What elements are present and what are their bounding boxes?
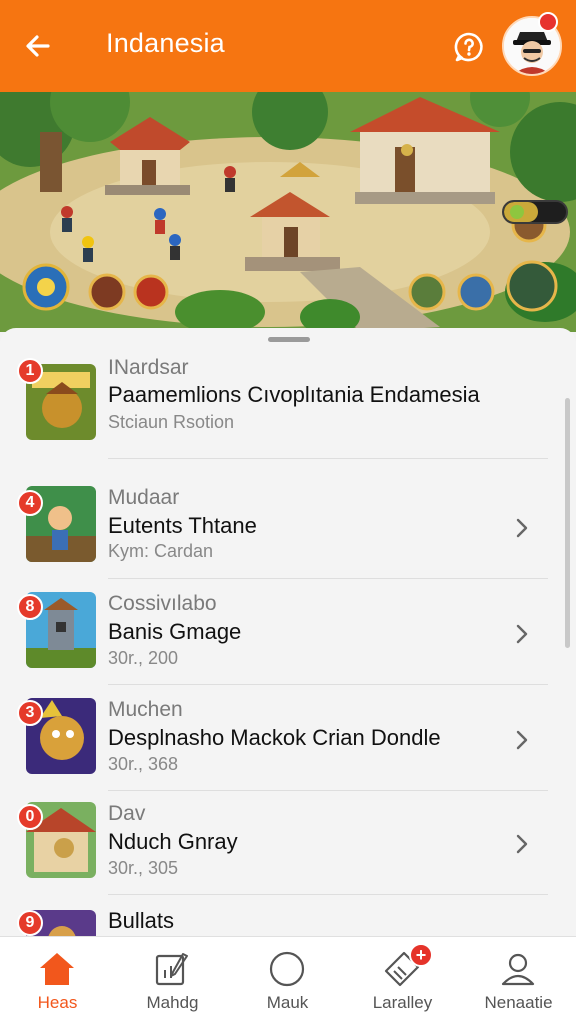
list-item-title: Nduch Gnray <box>108 829 238 854</box>
person-icon <box>498 949 538 989</box>
divider <box>108 458 548 459</box>
list-item-category: Cossivılabo <box>108 592 217 615</box>
bottom-navigation: Heas Mahdg Mauk + Laralley Nenaatie <box>0 936 576 1024</box>
list-item-meta: 30r., 305 <box>108 858 179 878</box>
list-item-title: Banis Gmage <box>108 619 242 644</box>
rank-badge: 1 <box>17 358 43 384</box>
note-edit-icon <box>152 949 192 989</box>
list-item-meta: Kym: Cardan <box>108 541 214 561</box>
list-item[interactable]: 9 Bullats <box>0 900 576 936</box>
list-item-meta: 30r., 368 <box>108 754 179 774</box>
nav-item-profile[interactable]: Nenaatie <box>461 937 576 1024</box>
list-item[interactable]: 3 Muchen Desplnasho Mackok Crian Dondle … <box>0 690 576 794</box>
nav-label: Mauk <box>266 993 309 1012</box>
resource-progress <box>502 200 568 224</box>
list-item-category: Muchen <box>108 698 183 721</box>
rank-badge: 4 <box>17 490 43 516</box>
nav-item-mahdg[interactable]: Mahdg <box>115 937 230 1024</box>
list-item[interactable]: 0 Dav Nduch Gnray 30r., 305 <box>0 794 576 898</box>
list-item-title: Desplnasho Mackok Crian Dondle <box>108 725 441 750</box>
list-item-title: Bullats <box>108 908 175 933</box>
rank-badge: 0 <box>17 804 43 830</box>
nav-item-home[interactable]: Heas <box>0 937 115 1024</box>
home-icon <box>37 949 77 989</box>
list-item-title: Eutents Thtane <box>108 513 257 538</box>
notification-badge <box>538 12 558 32</box>
nav-badge: + <box>409 943 433 967</box>
resource-icon <box>510 205 524 219</box>
game-list-sheet: 1 INardsar Paamemlions Cıvoplıtania Enda… <box>0 328 576 936</box>
chevron-right-icon <box>516 624 528 644</box>
list-item[interactable]: 8 Cossivılabo Banis Gmage 30r., 200 <box>0 584 576 688</box>
help-button[interactable] <box>448 26 490 68</box>
list-item-meta: Stciaun Rsotion <box>108 412 235 432</box>
list-item[interactable]: 4 Mudaar Eutents Thtane Kym: Cardan <box>0 478 576 582</box>
list-item-category: Mudaar <box>108 486 180 509</box>
arrow-left-icon <box>26 35 50 57</box>
chevron-right-icon <box>516 518 528 538</box>
nav-label: Nenaatie <box>484 993 553 1012</box>
list-item-title: Paamemlions Cıvoplıtania Endamesia <box>108 382 480 407</box>
game-map-illustration <box>0 92 576 332</box>
rank-badge: 9 <box>17 910 43 936</box>
divider <box>108 790 548 791</box>
nav-label: Mahdg <box>146 993 199 1012</box>
chevron-right-icon <box>516 834 528 854</box>
divider <box>108 894 548 895</box>
back-button[interactable] <box>18 26 58 66</box>
rank-badge: 8 <box>17 594 43 620</box>
nav-item-mauk[interactable]: Mauk <box>230 937 345 1024</box>
list-item[interactable]: 1 INardsar Paamemlions Cıvoplıtania Enda… <box>0 356 576 460</box>
divider <box>108 684 548 685</box>
rank-badge: 3 <box>17 700 43 726</box>
drag-handle[interactable] <box>268 337 310 342</box>
nav-item-laralley[interactable]: + Laralley <box>345 937 460 1024</box>
chevron-right-icon <box>516 730 528 750</box>
circle-icon <box>267 949 307 989</box>
nav-label: Laralley <box>372 993 433 1012</box>
top-app-bar: Indanesia <box>0 0 576 92</box>
divider <box>108 578 548 579</box>
list-item-category: INardsar <box>108 356 189 379</box>
list-item-category: Dav <box>108 802 146 825</box>
page-title: Indanesia <box>106 28 225 58</box>
question-chat-icon <box>454 32 483 62</box>
nav-label: Heas <box>37 993 78 1012</box>
list-item-meta: 30r., 200 <box>108 648 179 668</box>
game-map-banner[interactable] <box>0 92 576 332</box>
